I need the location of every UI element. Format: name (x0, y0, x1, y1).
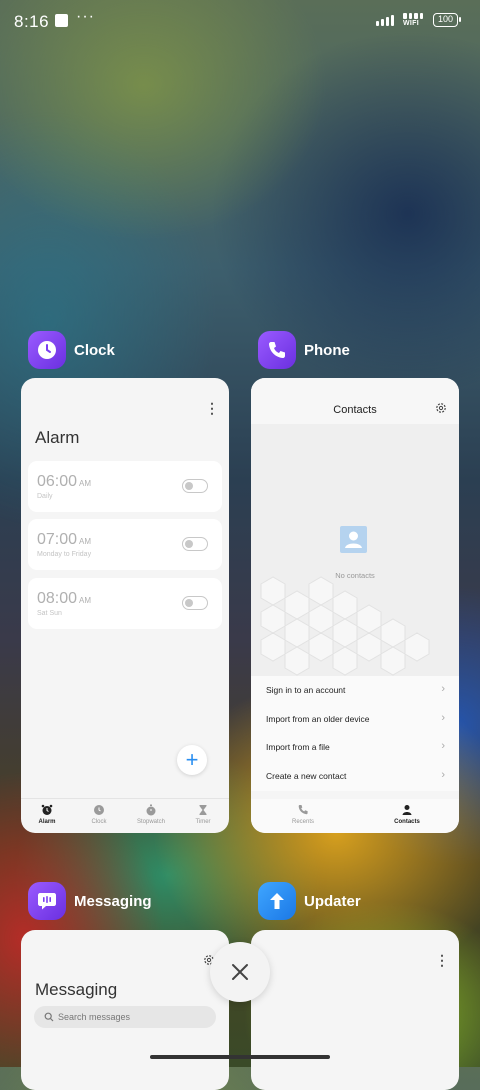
chevron-right-icon: › (441, 711, 445, 724)
phone-icon (298, 805, 308, 815)
more-notifications-icon: ··· (76, 8, 95, 25)
tab-stopwatch[interactable]: Stopwatch (125, 799, 177, 833)
stopwatch-icon (146, 804, 156, 816)
home-indicator[interactable] (150, 1055, 330, 1059)
option-import-older-device[interactable]: Import from an older device › (251, 705, 459, 734)
tab-contacts[interactable]: Contacts (355, 799, 459, 833)
tab-timer[interactable]: Timer (177, 799, 229, 833)
tab-alarm[interactable]: Alarm (21, 799, 73, 833)
alarm-item[interactable]: 07:00 AM Monday to Friday (28, 519, 222, 570)
search-icon (44, 1012, 54, 1022)
app-header-messaging[interactable]: Messaging (28, 882, 152, 920)
clock-app-icon[interactable] (28, 331, 66, 369)
chevron-right-icon: › (441, 683, 445, 695)
phone-app-icon[interactable] (258, 331, 296, 369)
alarm-repeat: Daily (37, 493, 53, 500)
updater-app-card[interactable]: ⋮ (251, 930, 459, 1090)
notification-icon (55, 14, 68, 27)
option-sign-in[interactable]: Sign in to an account › (251, 676, 459, 705)
alarm-icon (41, 804, 53, 815)
app-header-phone[interactable]: Phone (258, 331, 350, 369)
alarm-item[interactable]: 08:00 AM Sat Sun (28, 578, 222, 629)
app-header-clock[interactable]: Clock (28, 331, 115, 369)
status-time: 8:16 (14, 12, 50, 31)
contact-placeholder-icon (340, 526, 367, 553)
more-options-icon[interactable]: ⋮ (435, 952, 449, 969)
network-label: WIFI (403, 20, 419, 27)
signal-icon (376, 15, 394, 26)
app-name-phone: Phone (304, 341, 350, 359)
battery-icon: 100 (433, 13, 461, 27)
more-options-icon[interactable]: ⋮ (205, 400, 219, 417)
alarm-time: 07:00 AM (37, 531, 92, 548)
tab-label: Recents (291, 819, 314, 825)
phone-tab-bar: Recents Contacts (251, 799, 459, 833)
tab-label: Clock (91, 819, 107, 825)
alarm-time: 06:00 AM (37, 473, 92, 490)
messaging-app-icon[interactable] (28, 882, 66, 920)
contacts-title: Contacts (333, 404, 377, 416)
app-name-clock: Clock (74, 341, 115, 359)
option-import-file[interactable]: Import from a file › (251, 733, 459, 762)
messaging-title: Messaging (35, 980, 118, 999)
app-header-updater[interactable]: Updater (258, 882, 361, 920)
clock-tab-bar: Alarm Clock Stopwatch Timer (21, 798, 229, 833)
chevron-right-icon: › (441, 740, 445, 753)
contacts-empty-area: No contacts (251, 424, 459, 676)
contacts-header: Contacts (251, 378, 459, 424)
alarm-repeat: Sat Sun (37, 610, 62, 617)
clock-app-card[interactable]: ⋮ Alarm 06:00 AM Daily 07:00 AM Monday to … (21, 378, 229, 833)
updater-app-icon[interactable] (258, 882, 296, 920)
app-name-messaging: Messaging (74, 892, 152, 910)
alarm-item[interactable]: 06:00 AM Daily (28, 461, 222, 512)
search-placeholder: Search messages (58, 1012, 131, 1022)
tab-recents[interactable]: Recents (251, 799, 355, 833)
no-contacts-text: No contacts (335, 571, 375, 580)
status-bar: 8:16 ··· WIFI 100 (0, 0, 480, 44)
phone-app-card[interactable]: Contacts No contacts Sign in to an accou… (251, 378, 459, 833)
settings-gear-icon[interactable] (435, 402, 447, 414)
messaging-app-card[interactable]: Messaging Search messages (21, 930, 229, 1090)
tab-label: Stopwatch (136, 819, 166, 825)
alarm-title: Alarm (35, 428, 80, 447)
alarm-toggle[interactable] (182, 537, 208, 551)
tab-clock[interactable]: Clock (73, 799, 125, 833)
tab-label: Contacts (394, 819, 420, 825)
wifi-icon: WIFI (403, 13, 427, 31)
alarm-time: 08:00 AM (37, 590, 92, 607)
search-messages-input[interactable]: Search messages (34, 1006, 216, 1028)
tab-label: Timer (195, 819, 211, 825)
person-icon (402, 805, 412, 815)
app-name-updater: Updater (304, 892, 361, 910)
contacts-options-list: Sign in to an account › Import from an ol… (251, 676, 459, 791)
clear-all-button[interactable] (210, 942, 270, 1002)
chevron-right-icon: › (441, 769, 445, 782)
alarm-repeat: Monday to Friday (37, 551, 92, 558)
add-alarm-button[interactable]: + (177, 745, 207, 775)
clock-icon (94, 805, 104, 815)
tab-label: Alarm (38, 819, 56, 825)
hourglass-icon (199, 805, 207, 815)
alarm-toggle[interactable] (182, 596, 208, 610)
close-icon (232, 964, 248, 980)
alarm-toggle[interactable] (182, 479, 208, 493)
option-create-contact[interactable]: Create a new contact › (251, 762, 459, 791)
